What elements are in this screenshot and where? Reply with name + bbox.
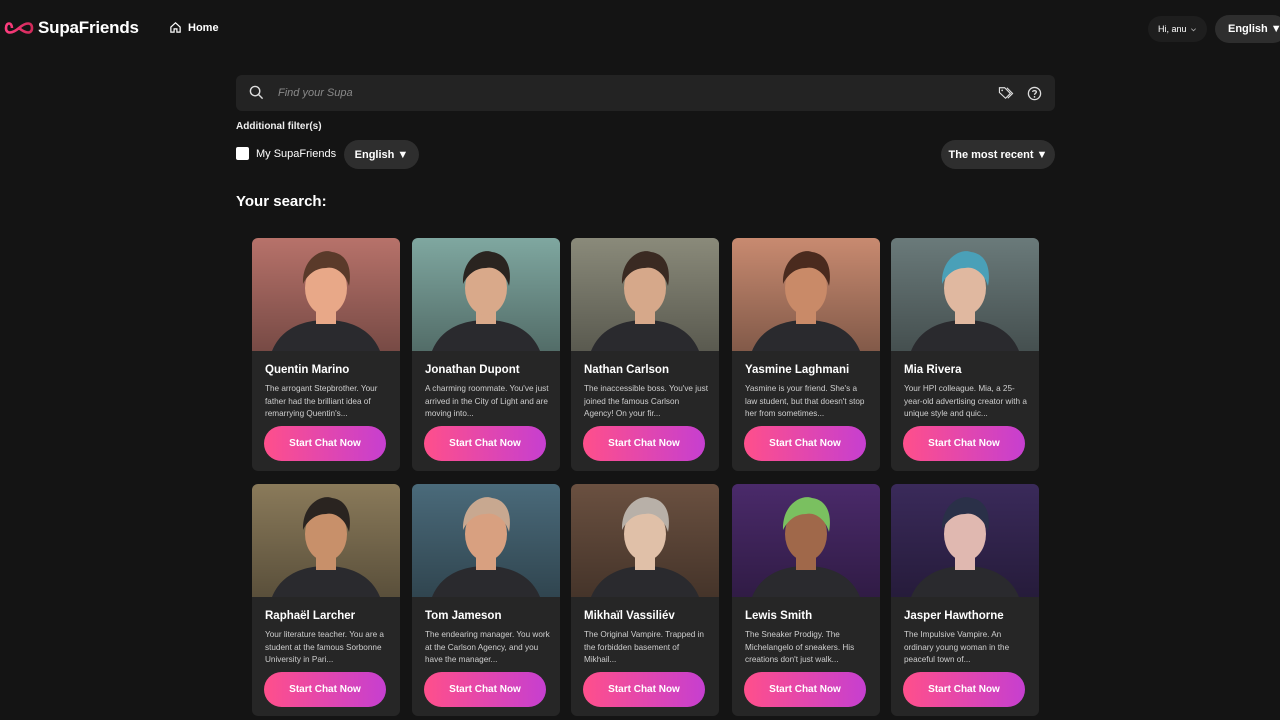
character-portrait[interactable] [252, 484, 400, 597]
character-card[interactable]: Mikhaïl Vassiliév The Original Vampire. T… [571, 484, 719, 716]
character-portrait-image [891, 238, 1039, 351]
character-portrait[interactable] [891, 484, 1039, 597]
start-chat-button[interactable]: Start Chat Now [744, 426, 866, 461]
character-card[interactable]: Lewis Smith The Sneaker Prodigy. The Mich… [732, 484, 880, 716]
character-name: Jasper Hawthorne [904, 610, 1004, 622]
character-name: Nathan Carlson [584, 364, 669, 376]
home-link[interactable]: Home [169, 21, 219, 34]
results-heading: Your search: [236, 193, 327, 210]
character-portrait-image [571, 484, 719, 597]
character-description: Your HPI colleague. Mia, a 25-year-old a… [904, 384, 1027, 419]
logo-text: SupaFriends [38, 18, 139, 37]
character-portrait-image [732, 484, 880, 597]
top-bar: SupaFriends Home Hi, anu English ▼ [0, 0, 1280, 56]
character-card[interactable]: Nathan Carlson The inaccessible boss. You… [571, 238, 719, 471]
chevron-down-icon [1190, 27, 1196, 31]
tags-icon[interactable] [998, 86, 1014, 100]
character-portrait[interactable] [412, 484, 560, 597]
start-chat-button[interactable]: Start Chat Now [583, 672, 705, 707]
character-card[interactable]: Tom Jameson The endearing manager. You wo… [412, 484, 560, 716]
character-portrait[interactable] [252, 238, 400, 351]
infinity-logo-icon [4, 22, 34, 34]
start-chat-button[interactable]: Start Chat Now [264, 672, 386, 707]
character-portrait[interactable] [412, 238, 560, 351]
home-icon [170, 22, 181, 33]
character-description: The Impulsive Vampire. An ordinary young… [904, 630, 1010, 665]
character-portrait[interactable] [891, 238, 1039, 351]
logo[interactable]: SupaFriends [4, 18, 139, 38]
start-chat-button[interactable]: Start Chat Now [583, 426, 705, 461]
start-chat-button[interactable]: Start Chat Now [903, 672, 1025, 707]
character-portrait-image [252, 484, 400, 597]
user-greeting: Hi, anu [1158, 24, 1187, 34]
character-name: Yasmine Laghmani [745, 364, 850, 376]
character-portrait[interactable] [571, 238, 719, 351]
character-portrait[interactable] [571, 484, 719, 597]
character-name: Mikhaïl Vassiliév [584, 610, 675, 622]
character-name: Lewis Smith [745, 610, 813, 622]
start-chat-button[interactable]: Start Chat Now [424, 672, 546, 707]
character-description: The Original Vampire. Trapped in the for… [584, 630, 704, 665]
character-portrait-image [412, 238, 560, 351]
character-name: Quentin Marino [265, 364, 350, 376]
character-portrait[interactable] [732, 238, 880, 351]
character-name: Tom Jameson [425, 610, 502, 622]
character-description: The endearing manager. You work at the C… [425, 630, 550, 665]
character-card[interactable]: Mia Rivera Your HPI colleague. Mia, a 25-… [891, 238, 1039, 471]
character-description: A charming roommate. You've just arrived… [425, 384, 549, 419]
character-name: Mia Rivera [904, 364, 962, 376]
character-card[interactable]: Jasper Hawthorne The Impulsive Vampire. A… [891, 484, 1039, 716]
start-chat-button[interactable]: Start Chat Now [424, 426, 546, 461]
character-description: The inaccessible boss. You've just joine… [584, 384, 708, 419]
character-portrait[interactable] [732, 484, 880, 597]
start-chat-button[interactable]: Start Chat Now [903, 426, 1025, 461]
character-card[interactable]: Jonathan Dupont A charming roommate. You'… [412, 238, 560, 471]
character-name: Raphaël Larcher [265, 610, 356, 622]
my-supafriends-label: My SupaFriends [256, 147, 337, 160]
my-supafriends-filter[interactable]: My SupaFriends [236, 147, 336, 160]
character-portrait-image [412, 484, 560, 597]
start-chat-button[interactable]: Start Chat Now [264, 426, 386, 461]
character-description: The arrogant Stepbrother. Your father ha… [265, 384, 378, 419]
language-selector[interactable]: English ▼ [1215, 15, 1280, 43]
character-portrait-image [891, 484, 1039, 597]
character-portrait-image [732, 238, 880, 351]
search-input[interactable] [278, 75, 958, 111]
character-card[interactable]: Yasmine Laghmani Yasmine is your friend. … [732, 238, 880, 471]
character-card[interactable]: Quentin Marino The arrogant Stepbrother. … [252, 238, 400, 471]
character-portrait-image [571, 238, 719, 351]
language-filter-dropdown[interactable]: English ▼ [344, 140, 419, 169]
character-description: Your literature teacher. You are a stude… [265, 630, 384, 665]
help-icon[interactable] [1027, 86, 1042, 101]
character-card[interactable]: Raphaël Larcher Your literature teacher. … [252, 484, 400, 716]
search-icon [249, 85, 264, 100]
my-supafriends-checkbox[interactable] [236, 147, 249, 160]
sort-dropdown[interactable]: The most recent ▼ [941, 140, 1055, 169]
user-menu-button[interactable]: Hi, anu [1148, 16, 1207, 42]
search-bar [236, 75, 1055, 111]
character-description: The Sneaker Prodigy. The Michelangelo of… [745, 630, 855, 665]
home-label: Home [188, 21, 219, 34]
additional-filters-label: Additional filter(s) [236, 121, 322, 132]
character-portrait-image [252, 238, 400, 351]
start-chat-button[interactable]: Start Chat Now [744, 672, 866, 707]
character-name: Jonathan Dupont [425, 364, 520, 376]
character-description: Yasmine is your friend. She's a law stud… [745, 384, 865, 419]
